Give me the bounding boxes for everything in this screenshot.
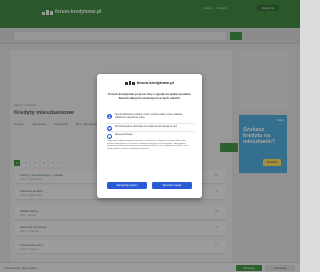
logo-icon xyxy=(125,80,135,85)
dialog-logo-text: forum-kredytowe.pl xyxy=(136,80,174,85)
purpose-text: Przechowywanie informacji na urządzeniu … xyxy=(115,126,178,128)
more-info-label[interactable]: Więcej informacji xyxy=(115,134,193,137)
purpose-text: Spersonalizowane reklamy i treści, pomia… xyxy=(115,114,183,119)
dialog-logo: forum-kredytowe.pl xyxy=(97,80,202,85)
consent-agree-button[interactable]: Wyrażam zgodę xyxy=(152,182,192,189)
user-icon xyxy=(107,114,112,119)
chevron-down-icon xyxy=(107,134,112,139)
dialog-body-text: Twoje dane osobowe będą przetwarzane, a … xyxy=(107,140,189,150)
divider xyxy=(107,123,195,124)
divider xyxy=(107,131,195,132)
dialog-heading: Forum-kredytowe.pl prosi Cię o zgodę na … xyxy=(108,92,191,101)
manage-options-button[interactable]: Zarządzaj opcjami xyxy=(107,182,147,189)
consent-dialog: forum-kredytowe.pl Forum-kredytowe.pl pr… xyxy=(97,74,202,198)
